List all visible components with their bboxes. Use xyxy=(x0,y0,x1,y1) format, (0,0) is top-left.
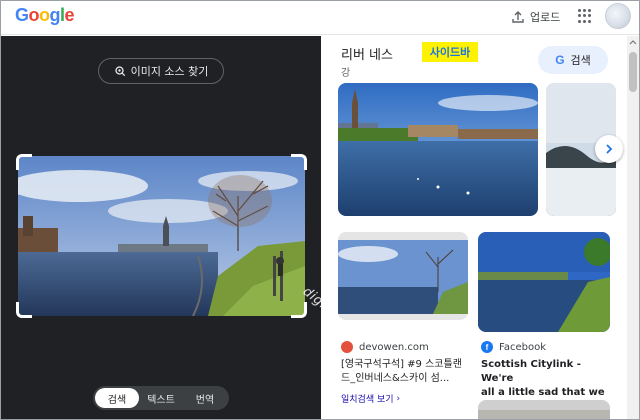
upload-icon xyxy=(512,11,524,23)
entity-title: 리버 네스 xyxy=(341,48,393,63)
mode-text-tab[interactable]: 텍스트 xyxy=(139,388,183,408)
result-image-1[interactable] xyxy=(338,83,538,216)
upload-label: 업로드 xyxy=(530,11,561,24)
result-source-label-2: Facebook xyxy=(499,341,546,353)
entity-subtitle: 강 xyxy=(341,68,351,79)
exact-match-link[interactable]: 일치검색 보기 › xyxy=(341,392,401,406)
find-image-source-button[interactable]: 이미지 소스 찾기 xyxy=(98,58,224,84)
results-scrollbar[interactable] xyxy=(627,36,639,419)
result-source-1[interactable]: devowen.com xyxy=(341,341,429,353)
result-source-label-1: devowen.com xyxy=(359,341,429,353)
facebook-icon: f xyxy=(481,341,493,353)
logo-letter-3: g xyxy=(49,5,61,25)
result-image-3[interactable] xyxy=(338,232,468,320)
lens-window: Google 업로드 이미지 소스 찾기 검색 텍스트 번역 리버 네스 강 사… xyxy=(0,0,640,420)
sidebar-highlight-label: 사이드바 xyxy=(422,42,478,62)
crop-handle-top-left[interactable] xyxy=(16,154,32,170)
find-image-source-label: 이미지 소스 찾기 xyxy=(130,65,209,78)
search-button[interactable]: G 검색 xyxy=(538,46,608,74)
crop-handle-bottom-left[interactable] xyxy=(16,302,32,318)
logo-letter-2: o xyxy=(39,5,50,25)
logo-letter-1: o xyxy=(28,5,40,25)
apps-grid-icon[interactable] xyxy=(578,9,592,23)
account-avatar[interactable] xyxy=(605,3,631,29)
google-logo[interactable]: Google xyxy=(15,5,75,26)
next-results-button[interactable] xyxy=(595,135,623,163)
lens-icon xyxy=(114,66,125,77)
scroll-thumb[interactable] xyxy=(629,52,637,92)
upload-button[interactable]: 업로드 xyxy=(511,7,560,27)
scroll-up-icon[interactable] xyxy=(629,38,637,46)
chevron-right-small-icon: › xyxy=(396,393,401,404)
result-image-4[interactable] xyxy=(478,232,610,332)
crop-handle-bottom-right[interactable] xyxy=(291,302,307,318)
result-image-5[interactable] xyxy=(478,400,610,419)
results-panel: 리버 네스 강 사이드바 G 검색 devowen.com [영국구석구석] #… xyxy=(321,36,627,419)
crop-selection[interactable] xyxy=(16,154,307,318)
result-caption-1[interactable]: [영국구석구석] #9 스코틀랜 드_인버네스&스카이 섬... xyxy=(341,358,471,386)
logo-letter-0: G xyxy=(15,5,29,25)
crop-handle-top-right[interactable] xyxy=(291,154,307,170)
top-bar: Google 업로드 xyxy=(1,1,639,35)
mode-translate-tab[interactable]: 번역 xyxy=(183,388,227,408)
search-button-label: 검색 xyxy=(570,54,591,67)
lens-mode-toggle: 검색 텍스트 번역 xyxy=(93,386,229,410)
google-g-icon: G xyxy=(555,53,565,67)
logo-letter-5: e xyxy=(64,5,75,25)
mode-search-tab[interactable]: 검색 xyxy=(95,388,139,408)
lens-image-panel: 이미지 소스 찾기 검색 텍스트 번역 xyxy=(1,36,364,419)
chevron-right-icon xyxy=(606,144,613,154)
query-photo xyxy=(18,156,305,316)
site-favicon-icon xyxy=(341,341,353,353)
result-source-2[interactable]: f Facebook xyxy=(481,341,546,353)
